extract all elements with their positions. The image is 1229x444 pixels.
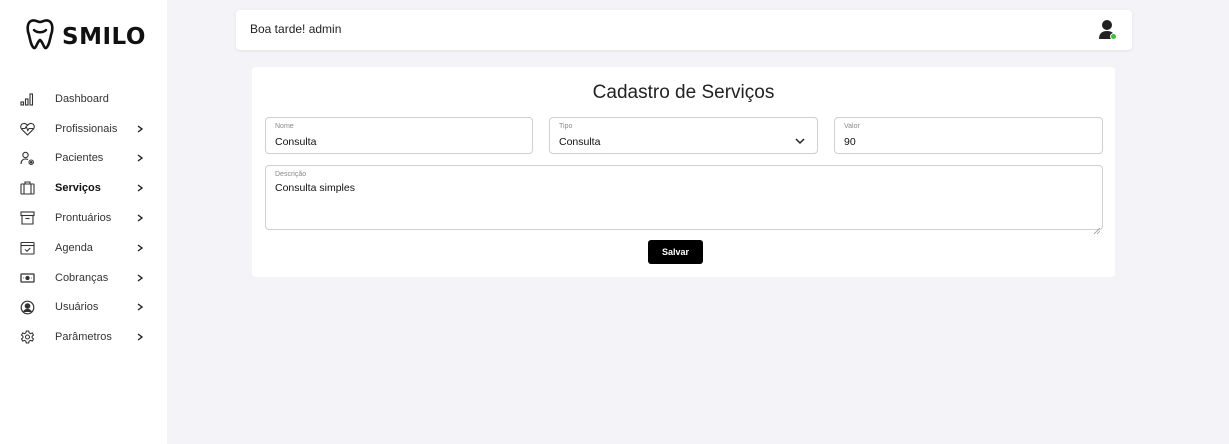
brand-logo[interactable]: SMILO: [26, 18, 146, 55]
chevron-right-icon: [137, 214, 145, 222]
tipo-selected-value[interactable]: Consulta: [559, 136, 796, 148]
sidebar-item-cobrancas[interactable]: Cobranças: [0, 263, 167, 293]
sidebar: SMILO Dashboard Profissionais Pacientes …: [0, 0, 167, 444]
sidebar-item-label: Serviços: [55, 182, 101, 195]
sidebar-item-prontuarios[interactable]: Prontuários: [0, 203, 167, 233]
descricao-textarea[interactable]: Consulta simples: [275, 182, 1081, 194]
sidebar-item-label: Pacientes: [55, 152, 104, 165]
sidebar-item-servicos[interactable]: Serviços: [0, 173, 167, 203]
heart-pulse-icon: [19, 121, 35, 137]
chevron-right-icon: [137, 125, 145, 133]
money-icon: [19, 270, 35, 286]
nome-field[interactable]: Nome Consulta: [265, 117, 533, 154]
nome-label: Nome: [275, 123, 294, 130]
user-avatar-icon[interactable]: [1098, 19, 1118, 41]
sidebar-item-label: Prontuários: [55, 212, 112, 225]
brand-name: SMILO: [62, 23, 146, 50]
sidebar-item-usuarios[interactable]: Usuários: [0, 293, 167, 323]
chevron-down-icon[interactable]: [795, 132, 805, 145]
bar-chart-icon: [19, 91, 35, 107]
sidebar-item-label: Dashboard: [55, 92, 109, 105]
gear-icon: [19, 329, 35, 345]
valor-field[interactable]: Valor 90: [834, 117, 1103, 154]
descricao-field[interactable]: Descrição Consulta simples: [265, 165, 1103, 235]
sidebar-item-dashboard[interactable]: Dashboard: [0, 84, 167, 114]
archive-icon: [19, 210, 35, 226]
descricao-label: Descrição: [275, 171, 307, 178]
resize-handle-icon[interactable]: [1093, 221, 1101, 235]
chevron-right-icon: [137, 184, 145, 192]
greeting-text: Boa tarde! admin: [250, 22, 342, 36]
sidebar-item-label: Parâmetros: [55, 331, 112, 344]
briefcase-icon: [19, 180, 35, 196]
tooth-icon: [26, 18, 54, 55]
sidebar-item-pacientes[interactable]: Pacientes: [0, 144, 167, 174]
service-form-card: Cadastro de Serviços Nome Consulta Tipo …: [252, 67, 1115, 277]
sidebar-nav: Dashboard Profissionais Pacientes Serviç…: [0, 84, 167, 352]
calendar-check-icon: [19, 240, 35, 256]
nome-input[interactable]: Consulta: [275, 136, 511, 148]
valor-input[interactable]: 90: [844, 136, 1081, 148]
header-bar: Boa tarde! admin: [236, 10, 1132, 50]
tipo-select[interactable]: Tipo Consulta: [549, 117, 818, 154]
sidebar-item-label: Usuários: [55, 301, 99, 314]
chevron-right-icon: [137, 303, 145, 312]
sidebar-item-label: Profissionais: [55, 122, 118, 135]
sidebar-item-label: Agenda: [55, 241, 93, 254]
tipo-label: Tipo: [559, 123, 573, 130]
valor-label: Valor: [844, 123, 860, 130]
user-settings-icon: [19, 150, 35, 166]
sidebar-item-profissionais[interactable]: Profissionais: [0, 114, 167, 144]
chevron-right-icon: [137, 154, 145, 163]
sidebar-item-parametros[interactable]: Parâmetros: [0, 322, 167, 352]
page-title: Cadastro de Serviços: [592, 82, 775, 103]
save-button[interactable]: Salvar: [648, 240, 703, 264]
sidebar-item-label: Cobranças: [55, 271, 109, 284]
chevron-right-icon: [137, 274, 145, 282]
sidebar-item-agenda[interactable]: Agenda: [0, 233, 167, 263]
chevron-right-icon: [137, 333, 145, 341]
chevron-right-icon: [137, 244, 145, 252]
user-circle-icon: [19, 299, 35, 315]
